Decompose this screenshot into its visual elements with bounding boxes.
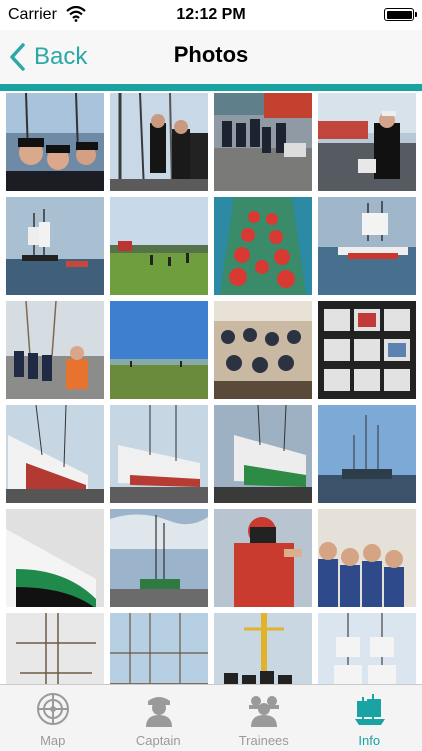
photo-thumbnail[interactable]: [6, 301, 104, 399]
photo-thumbnail[interactable]: [318, 613, 416, 684]
tab-info[interactable]: Info: [317, 685, 422, 751]
photo-thumbnail[interactable]: [6, 93, 104, 191]
photo-thumbnail[interactable]: [214, 93, 312, 191]
photo-thumbnail[interactable]: [6, 197, 104, 295]
clock-time: 12:12 PM: [0, 6, 422, 24]
photo-thumbnail[interactable]: [110, 301, 208, 399]
photo-thumbnail[interactable]: [318, 301, 416, 399]
ship-icon: [353, 691, 387, 727]
photo-thumbnail[interactable]: [110, 405, 208, 503]
photo-thumbnail[interactable]: [214, 509, 312, 607]
photo-grid[interactable]: [0, 91, 422, 684]
nav-accent-bar: [0, 84, 422, 91]
battery-icon: [384, 8, 414, 21]
photo-thumbnail[interactable]: [110, 509, 208, 607]
tab-trainees[interactable]: Trainees: [211, 685, 317, 751]
photo-thumbnail[interactable]: [318, 405, 416, 503]
radar-icon: [36, 691, 70, 727]
photo-thumbnail[interactable]: [214, 613, 312, 684]
page-title: Photos: [0, 42, 422, 68]
tab-captain[interactable]: Captain: [106, 685, 212, 751]
photo-thumbnail[interactable]: [214, 405, 312, 503]
tab-label-captain: Captain: [106, 733, 212, 748]
photo-thumbnail[interactable]: [214, 197, 312, 295]
tab-label-info: Info: [317, 733, 422, 748]
photo-thumbnail[interactable]: [214, 301, 312, 399]
trainees-icon: [247, 691, 281, 727]
photo-thumbnail[interactable]: [318, 197, 416, 295]
photo-thumbnail[interactable]: [318, 93, 416, 191]
photo-thumbnail[interactable]: [110, 613, 208, 684]
photo-thumbnail[interactable]: [318, 509, 416, 607]
tab-bar: Map Captain Trainees Info: [0, 684, 422, 751]
photo-thumbnail[interactable]: [110, 197, 208, 295]
photo-thumbnail[interactable]: [6, 613, 104, 684]
navigation-bar: Back Photos: [0, 30, 422, 84]
tab-label-trainees: Trainees: [211, 733, 317, 748]
status-bar: Carrier 12:12 PM: [0, 0, 422, 30]
tab-label-map: Map: [0, 733, 106, 748]
photo-thumbnail[interactable]: [6, 405, 104, 503]
photo-thumbnail[interactable]: [110, 93, 208, 191]
tab-map[interactable]: Map: [0, 685, 106, 751]
photo-thumbnail[interactable]: [6, 509, 104, 607]
captain-icon: [142, 691, 176, 727]
